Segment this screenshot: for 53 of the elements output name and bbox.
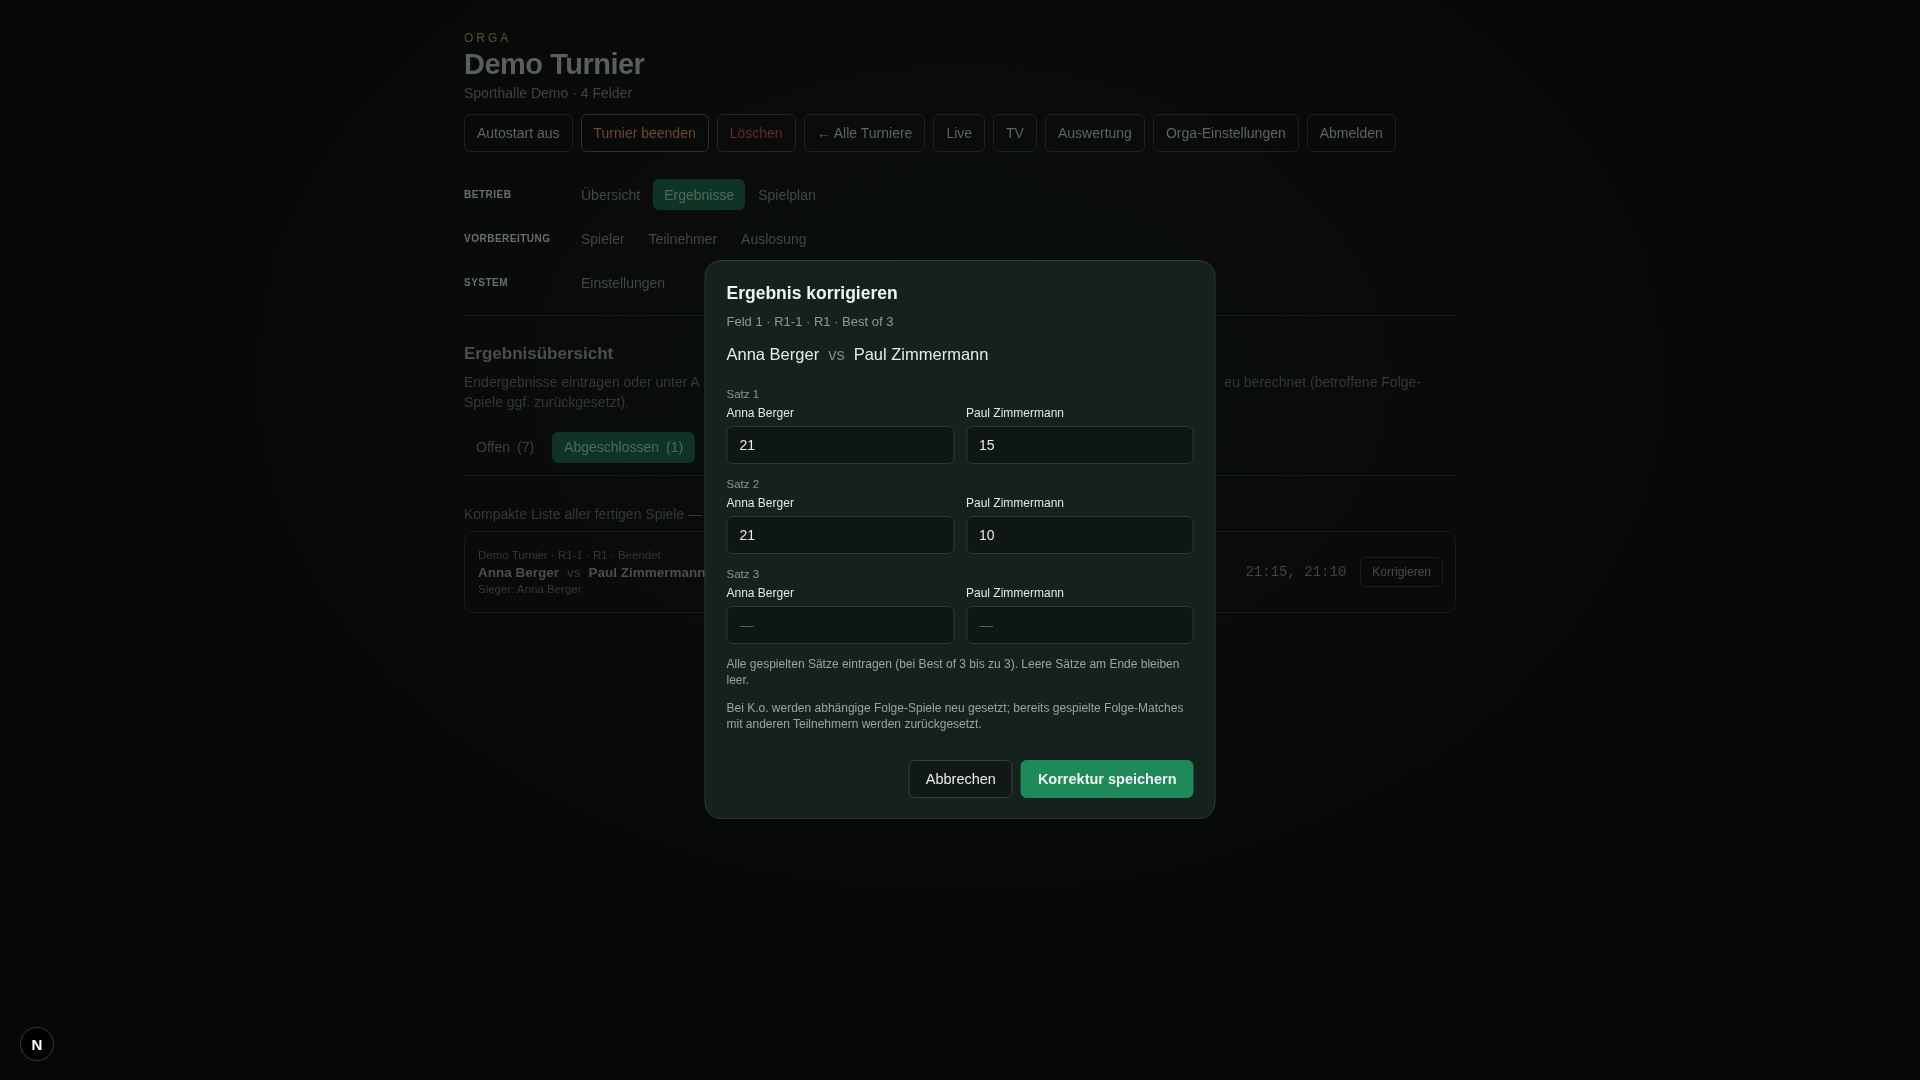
field-label: Paul Zimmermann (966, 496, 1066, 510)
hint-text: Alle gespielten Sätze eintragen (bei Best of 3 bis zu 3). Leere Sätze am Ende bleiben leer. (726, 656, 1181, 688)
set-label: Satz 1 (726, 388, 761, 400)
page-title: Demo Turnier (464, 49, 646, 81)
player-name: Paul Zimmermann (853, 345, 989, 364)
score-field[interactable]: — (726, 606, 954, 644)
action-button[interactable]: Autostart aus (464, 113, 573, 152)
nav-tab[interactable]: Spielplan (747, 179, 827, 211)
action-button[interactable]: Abmelden (1306, 113, 1396, 152)
correct-button[interactable]: Korrigieren (1360, 556, 1443, 587)
nav-tab[interactable]: Übersicht (570, 179, 652, 211)
page-subtitle: Sporthalle Demo · 4 Felder (464, 84, 634, 101)
action-button[interactable]: Turnier beenden (580, 113, 709, 152)
set-label: Satz 3 (726, 568, 761, 580)
field-label: Anna Berger (726, 586, 795, 600)
cancel-button[interactable]: Abbrechen (908, 760, 1013, 798)
score-field[interactable]: 15 (966, 426, 1194, 464)
nav-tab[interactable]: Teilnehmer (637, 223, 729, 255)
player-name: Anna Berger (726, 345, 820, 364)
score-field[interactable]: — (966, 606, 1194, 644)
nav-section-label: VORBEREITUNG (464, 233, 552, 245)
nav-section-label: SYSTEM (464, 277, 510, 289)
nav-tab[interactable]: Spieler (570, 223, 636, 255)
action-button[interactable]: ← Alle Turniere (803, 113, 926, 152)
match-meta: Feld 1 · R1-1 · R1 · Best of 3 (726, 314, 895, 329)
field-label: Anna Berger (726, 406, 795, 420)
match-scores: 21:15, 21:10 (1245, 563, 1347, 580)
nav-tab[interactable]: Einstellungen (570, 267, 677, 299)
player-name: Anna Berger (478, 564, 560, 580)
dev-tools-button[interactable]: N (20, 1027, 54, 1061)
score-field[interactable]: 10 (966, 516, 1194, 554)
hint-text: Bei K.o. werden abhängige Folge-Spiele neu gesetzt; bereits gespielte Folge-Matches mit anderen Teilnehmern werden zurückgesetzt. (726, 700, 1185, 732)
eyebrow-label: ORGA (464, 31, 513, 45)
player-name: Paul Zimmermann (588, 564, 706, 580)
score-field[interactable]: 21 (726, 516, 954, 554)
vs-label: vs (828, 345, 845, 364)
field-label: Paul Zimmermann (966, 406, 1066, 420)
save-button[interactable]: Korrektur speichern (1020, 760, 1194, 798)
dialog-title: Ergebnis korrigieren (726, 283, 899, 304)
action-button[interactable]: Löschen (716, 113, 796, 152)
nav-tab[interactable]: Ergebnisse (653, 179, 746, 211)
filter-tab[interactable]: Abgeschlossen (1) (552, 431, 696, 463)
action-button[interactable]: Auswertung (1044, 113, 1145, 152)
action-button[interactable]: TV (993, 113, 1037, 152)
score-field[interactable]: 21 (726, 426, 954, 464)
nav-tab[interactable]: Auslosung (730, 223, 818, 255)
action-button[interactable]: Live (933, 113, 986, 152)
nav-section-label: BETRIEB (464, 189, 513, 201)
field-label: Paul Zimmermann (966, 586, 1066, 600)
field-label: Anna Berger (726, 496, 795, 510)
set-label: Satz 2 (726, 478, 761, 490)
action-button[interactable]: Orga-Einstellungen (1152, 113, 1299, 152)
section-title: Ergebnisübersicht (464, 343, 614, 364)
